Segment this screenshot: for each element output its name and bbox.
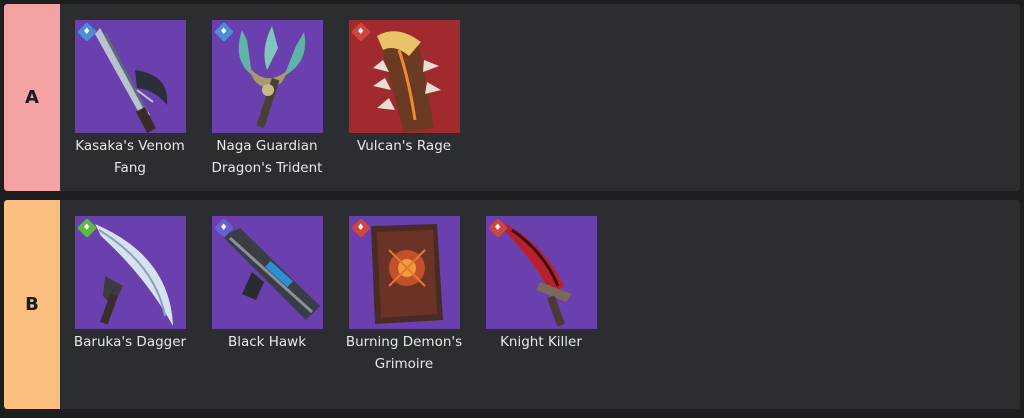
tier-row-a: A ♦ Kasaka's Venom Fang ♦ Naga Guardian …	[4, 4, 1020, 191]
tier-list: A ♦ Kasaka's Venom Fang ♦ Naga Guardian …	[0, 0, 1024, 418]
tier-label-b: B	[4, 200, 60, 409]
item-name: Baruka's Dagger	[73, 334, 187, 350]
item-name: Black Hawk	[227, 334, 307, 350]
tier-item[interactable]: ♦ Vulcan's Rage	[342, 20, 466, 157]
trident-weapon-icon: ♦	[211, 20, 323, 133]
sword-weapon-icon: ♦	[485, 216, 597, 329]
tier-item[interactable]: ♦ Knight Killer	[479, 216, 603, 353]
tier-item[interactable]: ♦ Kasaka's Venom Fang	[68, 20, 192, 179]
tier-item[interactable]: ♦ Naga Guardian Dragon's Trident	[205, 20, 329, 179]
tier-row-b: B ♦ Baruka's Dagger ♦ Black Hawk ♦ Burni…	[4, 200, 1020, 409]
item-name: Kasaka's Venom Fang	[75, 138, 185, 176]
item-name: Burning Demon's Grimoire	[345, 334, 463, 372]
dagger-weapon-icon: ♦	[74, 216, 186, 329]
item-name: Naga Guardian Dragon's Trident	[211, 138, 323, 176]
gun-weapon-icon: ♦	[211, 216, 323, 329]
tier-label-a: A	[4, 4, 60, 191]
tier-items-b: ♦ Baruka's Dagger ♦ Black Hawk ♦ Burning…	[60, 200, 1020, 409]
item-name: Vulcan's Rage	[356, 138, 452, 154]
tier-item[interactable]: ♦ Baruka's Dagger	[68, 216, 192, 353]
item-name: Knight Killer	[500, 334, 582, 350]
tier-items-a: ♦ Kasaka's Venom Fang ♦ Naga Guardian Dr…	[60, 4, 1020, 191]
tier-item[interactable]: ♦ Black Hawk	[205, 216, 329, 353]
grimoire-weapon-icon: ♦	[348, 216, 460, 329]
venom-fang-weapon-icon: ♦	[74, 20, 186, 133]
vulcans-rage-weapon-icon: ♦	[348, 20, 460, 133]
tier-item[interactable]: ♦ Burning Demon's Grimoire	[342, 216, 466, 375]
